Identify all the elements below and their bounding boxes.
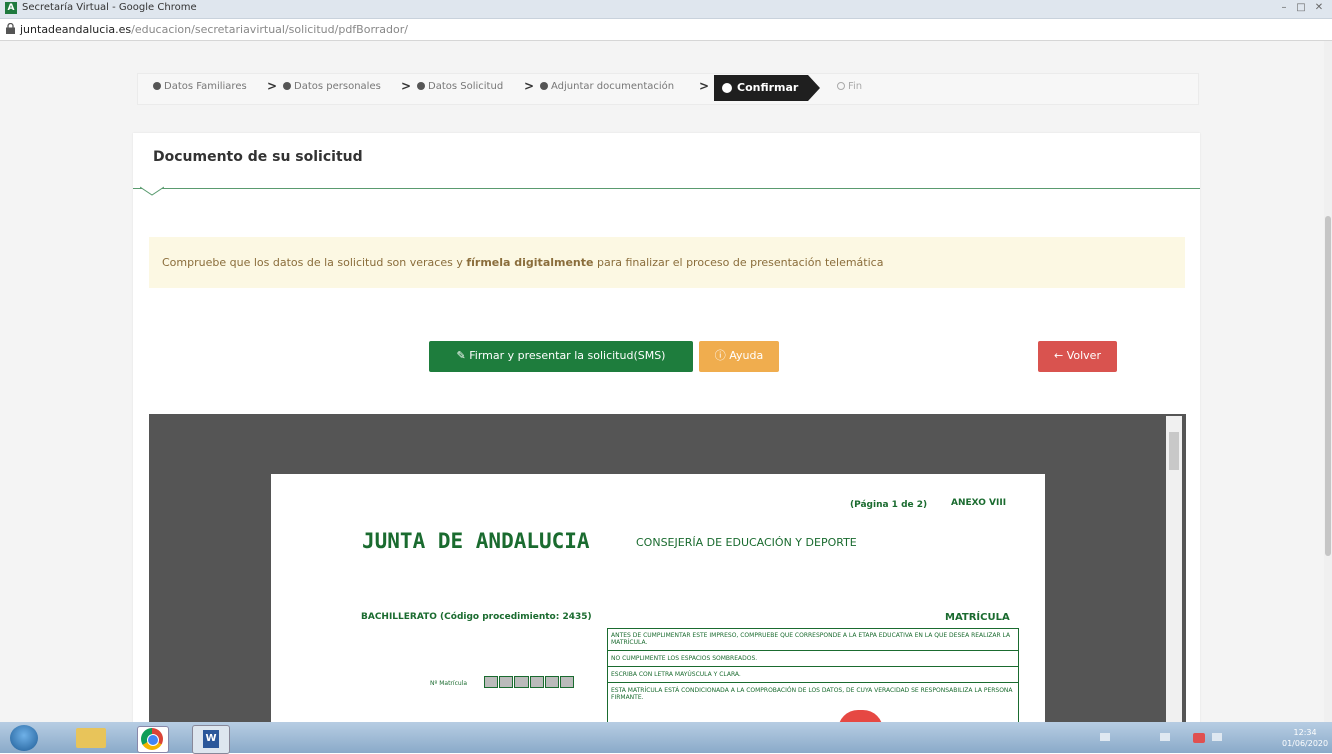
pdf-procedure: BACHILLERATO (Código procedimiento: 2435… (361, 612, 592, 622)
back-button[interactable]: ← Volver (1038, 341, 1117, 372)
check-circle-icon (153, 82, 161, 90)
tray-alert-icon[interactable] (1193, 733, 1205, 743)
check-circle-icon (540, 82, 548, 90)
page-scrollbar[interactable] (1324, 41, 1332, 722)
url-text[interactable]: juntadeandalucia.es/educacion/secretaria… (20, 23, 408, 36)
arrow-left-icon: ← (1054, 349, 1067, 362)
divider-notch-icon (140, 186, 164, 196)
table-row: ESTA MATRÍCULA ESTÁ CONDICIONADA A LA CO… (611, 687, 1013, 701)
step-separator: > (524, 79, 535, 93)
table-row: ESCRIBA CON LETRA MAYÚSCULA Y CLARA. (608, 667, 1018, 683)
app-icon: A (5, 2, 17, 14)
check-circle-icon (417, 82, 425, 90)
close-icon[interactable]: ✕ (1312, 2, 1326, 14)
circle-icon (722, 83, 732, 93)
edit-icon: ✎ (456, 349, 470, 362)
table-row: NO CUMPLIMENTE LOS ESPACIOS SOMBREADOS. (608, 651, 1018, 667)
help-button[interactable]: ⓘ Ayuda (699, 341, 779, 372)
pdf-instructions-table: ANTES DE CUMPLIMENTAR ESTE IMPRESO, COMP… (607, 628, 1019, 725)
tray-flag-icon[interactable] (1160, 733, 1170, 741)
tray-network-icon[interactable] (1100, 733, 1110, 741)
pdf-enrollment-label: Nº Matrícula (430, 680, 468, 687)
lock-icon (6, 23, 15, 34)
pdf-enrollment-boxes (484, 676, 575, 688)
tray-clock[interactable]: 12:34 01/06/2020 (1282, 727, 1328, 749)
step-datos-personales: Datos personales (283, 81, 381, 92)
folder-icon[interactable] (76, 728, 106, 748)
pdf-brand-logo: JUNTA DE ANDALUCIA (362, 529, 590, 553)
tray-speaker-icon[interactable] (1212, 733, 1222, 741)
pdf-scrollbar-thumb[interactable] (1169, 432, 1179, 470)
step-separator: > (267, 79, 278, 93)
table-row: ANTES DE CUMPLIMENTAR ESTE IMPRESO, COMP… (608, 629, 1018, 651)
window-title: Secretaría Virtual - Google Chrome (22, 2, 197, 13)
address-bar[interactable]: juntadeandalucia.es/educacion/secretaria… (0, 19, 1332, 41)
check-circle-icon (283, 82, 291, 90)
word-icon[interactable]: W (192, 725, 230, 754)
card-divider (133, 188, 1200, 189)
pdf-page-number: (Página 1 de 2) (850, 500, 928, 510)
step-fin: Fin (837, 81, 862, 92)
step-confirmar-active: Confirmar (714, 75, 821, 101)
chrome-icon[interactable] (137, 726, 169, 753)
step-separator: > (401, 79, 412, 93)
notice-text: Compruebe que los datos de la solicitud … (162, 256, 884, 269)
start-button-icon[interactable] (10, 725, 38, 751)
sign-submit-button[interactable]: ✎ Firmar y presentar la solicitud(SMS) (429, 341, 693, 372)
pdf-scrollbar[interactable] (1166, 416, 1182, 734)
pdf-annex: ANEXO VIII (951, 498, 1007, 508)
step-separator: > (699, 79, 710, 93)
step-adjuntar-documentacion: Adjuntar documentación (540, 81, 674, 92)
card-title: Documento de su solicitud (153, 149, 363, 165)
maximize-icon[interactable]: □ (1294, 2, 1308, 14)
step-datos-solicitud: Datos Solicitud (417, 81, 503, 92)
scrollbar-thumb[interactable] (1325, 216, 1331, 556)
pdf-ministry: CONSEJERÍA DE EDUCACIÓN Y DEPORTE (636, 536, 857, 549)
info-icon: ⓘ (714, 349, 730, 362)
pdf-type: MATRÍCULA (945, 612, 1010, 623)
minimize-icon[interactable]: – (1277, 2, 1291, 14)
step-datos-familiares: Datos Familiares (153, 81, 247, 92)
window-title-bar: A Secretaría Virtual - Google Chrome – □… (0, 0, 1332, 19)
circle-outline-icon (837, 82, 845, 90)
